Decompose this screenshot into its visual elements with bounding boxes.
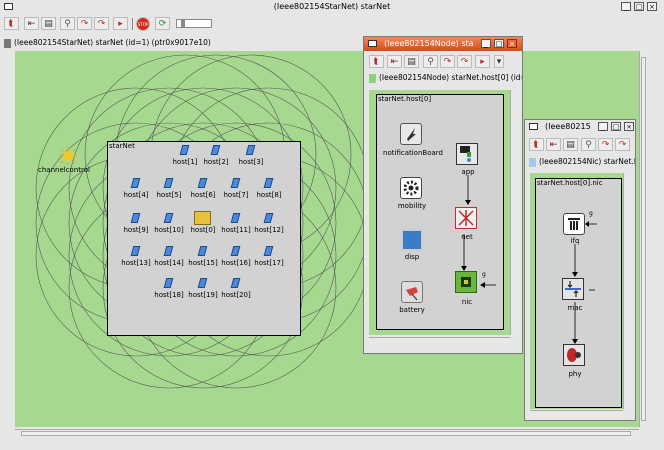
host-label: host[2] — [203, 158, 229, 166]
host-label: host[0] — [190, 226, 216, 234]
mac-label: mac — [567, 304, 583, 312]
main-vertical-scrollbar[interactable] — [639, 51, 647, 427]
node-vertical-scrollbar[interactable] — [510, 90, 518, 335]
host-label: host[19] — [188, 291, 218, 299]
host-icon[interactable] — [163, 213, 174, 223]
mobility-label: mobility — [397, 202, 427, 210]
host-label: host[5] — [156, 191, 182, 199]
host-icon[interactable] — [163, 278, 174, 288]
nic-vertical-scrollbar[interactable] — [623, 173, 631, 409]
mac-icon[interactable] — [562, 278, 584, 300]
app-label: app — [461, 168, 475, 176]
host-label: host[17] — [254, 259, 284, 267]
toolbar-separator — [132, 18, 133, 30]
host-icon[interactable] — [210, 145, 221, 155]
display-label: disp — [404, 253, 420, 261]
host-label: host[15] — [188, 259, 218, 267]
refresh-icon[interactable]: ⟳ — [155, 17, 170, 30]
host-label: host[11] — [221, 226, 251, 234]
host-label: host[13] — [121, 259, 151, 267]
node-connections — [461, 175, 496, 288]
host-icon[interactable] — [263, 178, 274, 188]
host-icon[interactable] — [197, 246, 208, 256]
main-window-title: (Ieee802154StarNet) starNet — [273, 2, 391, 11]
host-icon[interactable] — [230, 178, 241, 188]
host-icon[interactable] — [130, 213, 141, 223]
host-icon[interactable] — [263, 213, 274, 223]
nic-icon[interactable] — [455, 271, 477, 293]
host-icon[interactable] — [163, 178, 174, 188]
host-icon[interactable] — [179, 145, 190, 155]
display-icon[interactable] — [401, 229, 423, 251]
nic-window: (Ieee80215 _ □ × ⮬ ⇤ ▤ ⚲ ↷ ↷ (Ieee802154… — [524, 119, 636, 421]
host-icon[interactable] — [245, 145, 256, 155]
host-icon[interactable] — [263, 246, 274, 256]
host-label: host[7] — [223, 191, 249, 199]
host-label: host[1] — [172, 158, 198, 166]
mobility-icon[interactable] — [400, 177, 422, 199]
nic-horizontal-scrollbar[interactable] — [530, 410, 623, 418]
notification-board-label: notificationBoard — [383, 149, 443, 157]
host-label: host[4] — [123, 191, 149, 199]
main-hscroll-thumb[interactable] — [21, 431, 631, 436]
run-icon[interactable]: ↷ — [77, 17, 92, 30]
host-icon[interactable] — [230, 213, 241, 223]
host-label: host[8] — [256, 191, 282, 199]
zoom-slider-handle[interactable] — [181, 20, 185, 27]
back-icon[interactable]: ⮬ — [4, 17, 19, 30]
express-icon[interactable]: ▸ — [113, 17, 128, 30]
stop-icon[interactable]: STOP — [136, 17, 150, 31]
host-label: host[18] — [154, 291, 184, 299]
host-icon[interactable] — [230, 246, 241, 256]
minimize-button[interactable]: _ — [621, 2, 631, 11]
host-label: host[3] — [238, 158, 264, 166]
module-swatch-icon — [4, 38, 11, 48]
ifq-label: ifq — [570, 237, 580, 245]
main-toolbar: ⮬ ⇤ ▤ ⚲ ↷ ↷ ▸ STOP ⟳ — [0, 14, 664, 34]
ifq-icon[interactable] — [563, 213, 585, 235]
main-horizontal-scrollbar[interactable] — [15, 429, 639, 437]
coordinator-host-icon[interactable] — [194, 211, 211, 225]
host-label: host[16] — [221, 259, 251, 267]
phy-label: phy — [568, 370, 582, 378]
host-label: host[14] — [154, 259, 184, 267]
net-label: net — [461, 233, 473, 241]
main-path-text: (Ieee802154StarNet) starNet (id=1) (ptr0… — [14, 38, 211, 47]
zoom-slider[interactable] — [176, 19, 212, 28]
up-icon[interactable]: ⇤ — [24, 17, 39, 30]
app-icon[interactable] — [456, 143, 478, 165]
host-label: host[9] — [123, 226, 149, 234]
host-label: host[12] — [254, 226, 284, 234]
node-window: (Ieee802154Node) sta _ □ × ⮬ ⇤ ▤ ⚲ ↷ ↷ ▸… — [363, 36, 523, 354]
node-gate-label: g — [482, 271, 486, 278]
close-button[interactable]: × — [647, 2, 657, 11]
module-icon[interactable]: ▤ — [41, 17, 56, 30]
phy-icon[interactable] — [563, 344, 585, 366]
net-icon[interactable] — [455, 207, 477, 229]
host-icon[interactable] — [230, 278, 241, 288]
host-icon[interactable] — [163, 246, 174, 256]
nic-label: nic — [461, 298, 473, 306]
battery-icon[interactable] — [401, 281, 423, 303]
host-label: host[10] — [154, 226, 184, 234]
host-label: host[6] — [190, 191, 216, 199]
main-path-bar: (Ieee802154StarNet) starNet (id=1) (ptr0… — [4, 37, 211, 49]
find-icon[interactable]: ⚲ — [60, 17, 75, 30]
host-icon[interactable] — [197, 178, 208, 188]
host-label: host[20] — [221, 291, 251, 299]
host-icon[interactable] — [130, 246, 141, 256]
node-horizontal-scrollbar[interactable] — [369, 337, 510, 345]
main-titlebar[interactable]: (Ieee802154StarNet) starNet _ □ × — [0, 0, 664, 14]
host-icon[interactable] — [130, 178, 141, 188]
fast-icon[interactable]: ↷ — [94, 17, 109, 30]
window-menu-icon[interactable] — [4, 3, 13, 10]
main-scroll-thumb[interactable] — [641, 57, 646, 421]
host-icon[interactable] — [197, 278, 208, 288]
maximize-button[interactable]: □ — [634, 2, 644, 11]
notification-board-icon[interactable] — [400, 123, 422, 145]
battery-label: battery — [399, 306, 425, 314]
nic-gate-label: g — [589, 210, 593, 217]
